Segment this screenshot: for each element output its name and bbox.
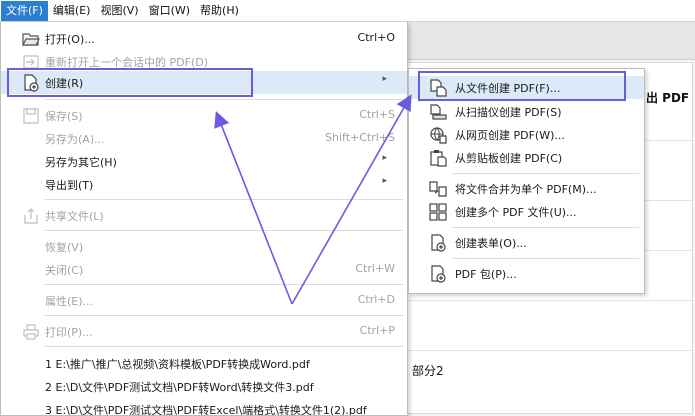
menu-item-save-as-other[interactable]: 另存为其它(H) ▸ — [1, 150, 407, 173]
form-icon — [429, 234, 447, 252]
menu-item-save-as-label: 另存为(A)... — [45, 133, 105, 146]
menu-item-revert-label: 恢复(V) — [45, 241, 84, 254]
menu-item-close[interactable]: 关闭(C) Ctrl+W — [1, 258, 407, 281]
panel-divider — [380, 300, 693, 301]
panel-text: 部分2 — [412, 364, 444, 378]
menu-item-share[interactable]: 共享文件(L) — [1, 204, 407, 227]
submenu-item-from-clipboard-label: 从剪贴板创建 PDF(C) — [455, 152, 563, 165]
menu-view[interactable]: 视图(V) — [95, 1, 143, 21]
globe-icon — [429, 126, 447, 144]
submenu-item-combine[interactable]: 将文件合并为单个 PDF(M)... — [409, 177, 644, 200]
menu-item-export-to[interactable]: 导出到(T) ▸ — [1, 173, 407, 196]
menu-separator — [45, 284, 403, 285]
menu-item-open-label: 打开(O)... — [45, 33, 95, 46]
submenu-arrow-icon: ▸ — [382, 153, 387, 163]
menu-item-properties-label: 属性(E)... — [45, 295, 94, 308]
highlight-box-from-file — [418, 71, 626, 101]
menu-item-print-shortcut: Ctrl+P — [359, 324, 395, 337]
save-icon — [22, 107, 40, 125]
menu-separator — [45, 230, 403, 231]
submenu-item-from-web[interactable]: 从网页创建 PDF(W)... — [409, 123, 644, 146]
create-submenu: 从文件创建 PDF(F)... 从扫描仪创建 PDF(S) 从网页创建 PDF(… — [408, 68, 645, 294]
menu-bar: 文件(F) 编辑(E) 视图(V) 窗口(W) 帮助(H) — [0, 0, 695, 22]
submenu-item-from-web-label: 从网页创建 PDF(W)... — [455, 129, 565, 142]
recent-file-2[interactable]: 2 E:\D\文件\PDF测试文档\PDF转Word\转换文件3.pdf — [45, 379, 314, 395]
submenu-item-from-scanner-label: 从扫描仪创建 PDF(S) — [455, 106, 562, 119]
menu-item-save-as-other-label: 另存为其它(H) — [45, 156, 117, 169]
scanner-icon — [429, 103, 447, 121]
menu-item-share-label: 共享文件(L) — [45, 210, 104, 223]
menu-item-revert[interactable]: 恢复(V) — [1, 235, 407, 258]
submenu-separator — [453, 227, 639, 228]
recent-file-3[interactable]: 3 E:\D\文件\PDF测试文档\PDF转Excel\端格式\转换文件1(2)… — [45, 402, 367, 415]
menu-separator — [45, 199, 403, 200]
submenu-item-create-multiple-label: 创建多个 PDF 文件(U)... — [455, 206, 577, 219]
menu-separator — [45, 99, 403, 100]
menu-window[interactable]: 窗口(W) — [144, 1, 195, 21]
menu-item-save[interactable]: 保存(S) Ctrl+S — [1, 104, 407, 127]
menu-item-save-as-shortcut: Shift+Ctrl+S — [325, 131, 395, 144]
panel-title: 出 PDF — [646, 91, 690, 105]
printer-icon — [22, 323, 40, 341]
menu-item-properties-shortcut: Ctrl+D — [357, 293, 395, 306]
submenu-item-create-form-label: 创建表单(O)... — [455, 237, 527, 250]
menu-item-export-to-label: 导出到(T) — [45, 179, 94, 192]
clipboard-icon — [429, 149, 447, 167]
submenu-item-pdf-package[interactable]: PDF 包(P)... — [409, 262, 644, 285]
menu-item-properties[interactable]: 属性(E)... Ctrl+D — [1, 289, 407, 312]
menu-edit[interactable]: 编辑(E) — [48, 1, 96, 21]
menu-file[interactable]: 文件(F) — [1, 0, 48, 21]
menu-item-open[interactable]: 打开(O)... Ctrl+O — [1, 27, 407, 50]
menu-item-close-label: 关闭(C) — [45, 264, 84, 277]
multiple-files-icon — [429, 203, 447, 221]
menu-item-save-as[interactable]: 另存为(A)... Shift+Ctrl+S — [1, 127, 407, 150]
submenu-item-combine-label: 将文件合并为单个 PDF(M)... — [455, 183, 597, 196]
combine-files-icon — [429, 180, 447, 198]
menu-item-print-label: 打印(P)... — [45, 326, 93, 339]
submenu-separator — [453, 173, 639, 174]
submenu-item-create-form[interactable]: 创建表单(O)... — [409, 231, 644, 254]
submenu-arrow-icon: ▸ — [382, 74, 387, 84]
recent-file-1[interactable]: 1 E:\推广\推广\总视频\资料模板\PDF转换成Word.pdf — [45, 356, 310, 372]
menu-help[interactable]: 帮助(H) — [195, 1, 244, 21]
share-icon — [22, 207, 40, 225]
folder-open-icon — [22, 30, 40, 48]
submenu-item-pdf-package-label: PDF 包(P)... — [455, 268, 517, 281]
menu-separator — [45, 346, 403, 347]
menu-item-save-label: 保存(S) — [45, 110, 83, 123]
menu-item-print[interactable]: 打印(P)... Ctrl+P — [1, 320, 407, 343]
submenu-separator — [453, 258, 639, 259]
highlight-box-create — [7, 68, 253, 97]
submenu-item-from-scanner[interactable]: 从扫描仪创建 PDF(S) — [409, 100, 644, 123]
submenu-item-from-clipboard[interactable]: 从剪贴板创建 PDF(C) — [409, 146, 644, 169]
submenu-item-create-multiple[interactable]: 创建多个 PDF 文件(U)... — [409, 200, 644, 223]
menu-separator — [45, 315, 403, 316]
submenu-arrow-icon: ▸ — [382, 176, 387, 186]
panel-divider — [380, 350, 693, 351]
menu-item-close-shortcut: Ctrl+W — [355, 262, 395, 275]
pdf-package-icon — [429, 265, 447, 283]
menu-item-open-shortcut: Ctrl+O — [357, 31, 395, 44]
menu-item-save-shortcut: Ctrl+S — [359, 108, 395, 121]
